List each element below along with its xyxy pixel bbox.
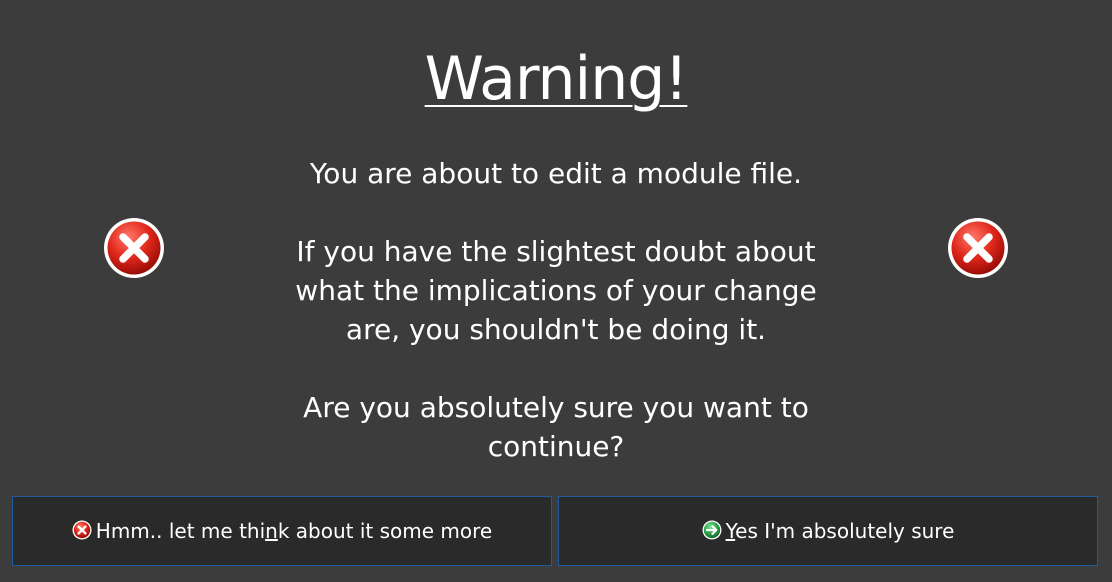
cancel-button-label: Hmm.. let me think about it some more <box>95 519 493 543</box>
error-icon <box>72 520 92 540</box>
dialog-message: You are about to edit a module file. If … <box>256 154 856 466</box>
message-line: what the implications of your change <box>295 274 817 307</box>
message-line: are, you shouldn't be doing it. <box>345 313 767 346</box>
message-line: You are about to edit a module file. <box>309 157 803 190</box>
dialog-title: Warning! <box>424 44 689 114</box>
confirm-button[interactable]: Yes I'm absolutely sure <box>558 496 1098 566</box>
arrow-right-icon <box>702 520 722 540</box>
cancel-button[interactable]: Hmm.. let me think about it some more <box>12 496 552 566</box>
message-line: If you have the slightest doubt about <box>296 235 816 268</box>
error-icon <box>946 216 1010 280</box>
error-icon <box>102 216 166 280</box>
message-line: Are you absolutely sure you want to <box>303 391 809 424</box>
confirm-button-label: Yes I'm absolutely sure <box>725 519 955 543</box>
message-line: continue? <box>487 430 625 463</box>
